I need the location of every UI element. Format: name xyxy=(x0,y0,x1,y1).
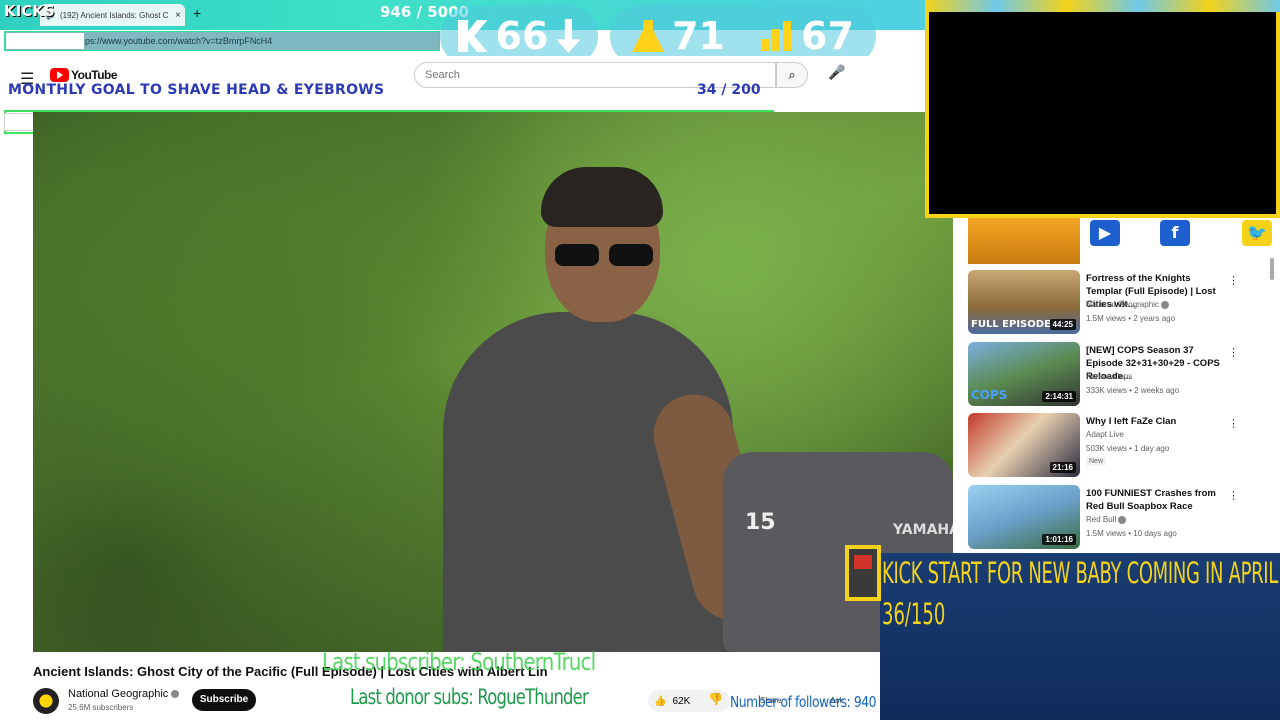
motor-number: 15 xyxy=(745,510,776,535)
new-badge: New xyxy=(1086,457,1107,466)
verified-icon xyxy=(1161,300,1170,309)
facebook-icon: f xyxy=(1160,220,1190,246)
last-donor: Last donor subs: RogueThunder xyxy=(350,685,589,709)
thumbnail-badge: COPS xyxy=(971,388,1008,402)
video-thumbnail[interactable]: 21:16 xyxy=(968,413,1080,477)
sidebar-scrollbar[interactable] xyxy=(1270,258,1274,280)
arrow-down-icon xyxy=(556,19,581,53)
tab-title: (192) Ancient Islands: Ghost C xyxy=(59,10,169,20)
kick-start-title: KICK START FOR NEW BABY COMING IN APRIL xyxy=(882,556,1278,590)
video-thumbnail[interactable]: COPS 2:14:31 xyxy=(968,342,1080,406)
recommendation-item[interactable]: 1:01:16 100 FUNNIEST Crashes from Red Bu… xyxy=(968,485,1268,551)
followers-stat-value: 67 xyxy=(801,14,854,58)
thumbs-up-icon: 👍 xyxy=(654,695,667,707)
youtube-logo[interactable]: YouTube xyxy=(50,68,118,82)
twitter-icon: 🐦 xyxy=(1242,220,1272,246)
recommendation-title[interactable]: Why I left FaZe Clan xyxy=(1086,415,1224,428)
recommendation-channel[interactable]: Red Bull xyxy=(1086,515,1127,524)
more-options-icon[interactable]: ⋮ xyxy=(1228,346,1239,359)
webcam-frame-top xyxy=(925,0,1280,12)
recommendation-meta: 1.5M views • 10 days ago xyxy=(1086,529,1177,538)
kicks-stat-value: 66 xyxy=(495,14,549,58)
channel-avatar[interactable] xyxy=(33,688,59,714)
subscribe-button[interactable]: Subscribe xyxy=(192,689,256,711)
thumbnail-badge: FULL EPISODE xyxy=(971,319,1051,330)
video-person-hair xyxy=(541,167,663,227)
new-tab-button[interactable]: + xyxy=(193,5,201,21)
video-thumbnail[interactable]: FULL EPISODE 44:25 xyxy=(968,270,1080,334)
like-count: 62K xyxy=(672,695,691,707)
video-duration: 2:14:31 xyxy=(1042,391,1076,402)
last-subscriber: Last subscriber: SouthernTrucl xyxy=(322,648,596,676)
recommendation-channel[interactable]: Karens Cops xyxy=(1086,372,1132,381)
more-options-icon[interactable]: ⋮ xyxy=(1228,417,1239,430)
recommendation-title[interactable]: 100 FUNNIEST Crashes from Red Bull Soapb… xyxy=(1086,487,1224,513)
follower-count: Number of followers: 940 xyxy=(730,693,877,711)
recommendation-channel[interactable]: National Geographic xyxy=(1086,300,1170,309)
bar-chart-icon xyxy=(761,21,793,51)
screen: 🔈 (192) Ancient Islands: Ghost C × + KIC… xyxy=(0,0,1280,720)
recommendation-item[interactable]: FULL EPISODE 44:25 Fortress of the Knigh… xyxy=(968,270,1268,336)
more-options-icon[interactable]: ⋮ xyxy=(1228,274,1239,287)
video-player[interactable]: 15 YAMAHA xyxy=(33,112,953,652)
kick-start-icon xyxy=(845,545,881,601)
microphone-icon[interactable]: 🎤 xyxy=(828,64,845,81)
browser-tab[interactable]: 🔈 (192) Ancient Islands: Ghost C × xyxy=(40,4,185,26)
social-thumbnail xyxy=(968,218,1080,264)
more-options-icon[interactable]: ⋮ xyxy=(1228,489,1239,502)
subs-stat-value: 71 xyxy=(672,14,725,58)
thumbs-down-icon[interactable]: 👎 xyxy=(708,692,723,706)
channel-subscribers: 25.6M subscribers xyxy=(68,703,134,712)
video-duration: 44:25 xyxy=(1049,319,1076,330)
kick-start-count: 36/150 xyxy=(882,597,946,631)
webcam-frame xyxy=(925,0,1280,218)
address-text: ps://www.youtube.com/watch?v=tzBmrpFNcH4 xyxy=(85,36,273,46)
recommendation-item[interactable]: COPS 2:14:31 [NEW] COPS Season 37 Episod… xyxy=(968,342,1268,408)
video-duration: 1:01:16 xyxy=(1042,534,1076,545)
verified-icon xyxy=(1118,515,1127,524)
search-icon[interactable]: ⌕ xyxy=(776,62,808,88)
recommendation-meta: 333K views • 2 weeks ago xyxy=(1086,386,1180,395)
youtube-play-icon xyxy=(50,68,69,82)
youtube-icon: ▶ xyxy=(1090,220,1120,246)
traffic-cone-icon xyxy=(632,20,665,52)
video-duration: 21:16 xyxy=(1049,462,1076,473)
verified-icon xyxy=(171,690,180,699)
recommendation-channel[interactable]: Adapt Live xyxy=(1086,430,1124,439)
kick-logo-icon xyxy=(457,20,488,52)
kicks-label: KICKS xyxy=(4,2,55,20)
video-thumbnail[interactable]: 1:01:16 xyxy=(968,485,1080,549)
channel-name[interactable]: National Geographic xyxy=(68,688,180,700)
goal-count: 34 / 200 xyxy=(697,82,761,98)
address-redaction xyxy=(6,33,84,49)
goal-text: MONTHLY GOAL TO SHAVE HEAD & EYEBROWS xyxy=(8,82,385,98)
motor-brand: YAMAHA xyxy=(893,522,953,538)
sunglasses xyxy=(555,244,655,268)
recommendation-meta: 503K views • 1 day ago xyxy=(1086,444,1170,453)
close-tab-icon[interactable]: × xyxy=(175,10,181,21)
recommendation-meta: 1.5M views • 2 years ago xyxy=(1086,314,1176,323)
recommendation-item[interactable]: 21:16 Why I left FaZe Clan Adapt Live 50… xyxy=(968,413,1268,479)
youtube-logo-text: YouTube xyxy=(71,68,118,82)
